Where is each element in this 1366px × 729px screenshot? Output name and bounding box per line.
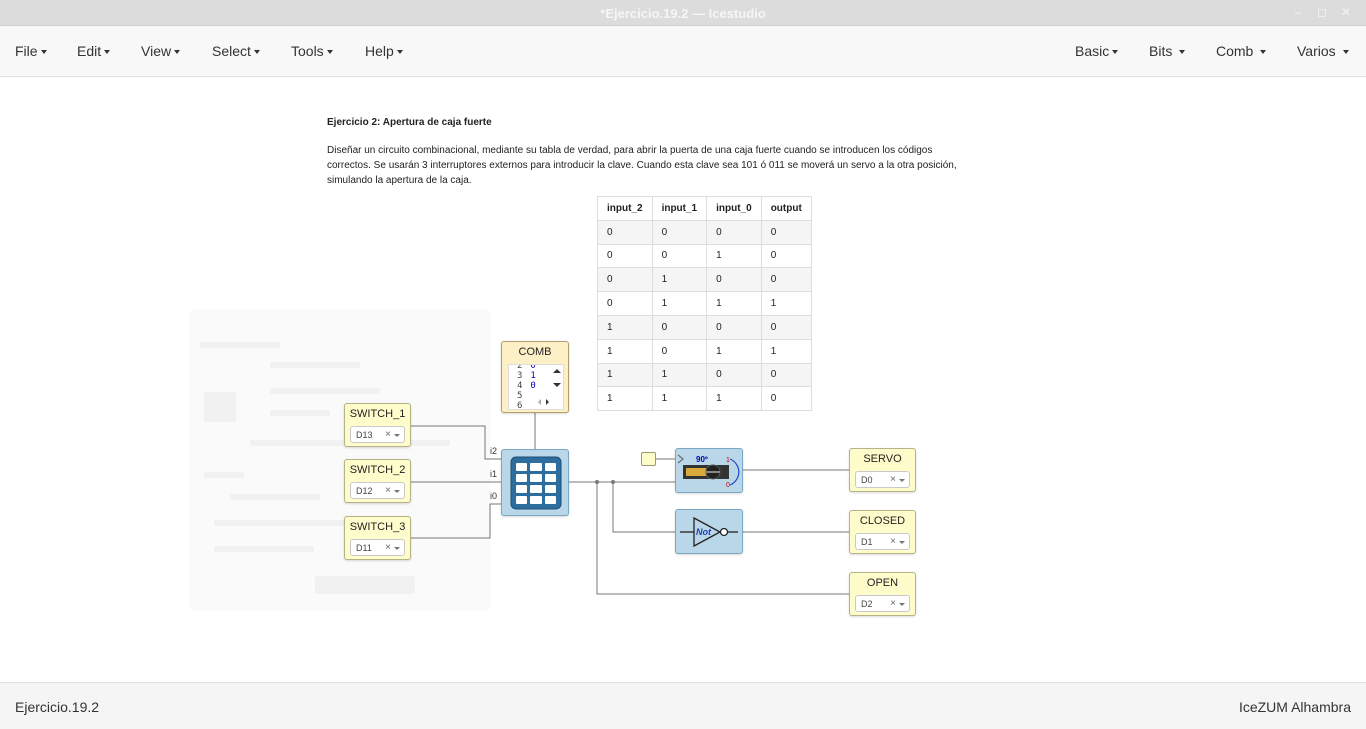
line-value: 1	[530, 371, 536, 381]
port-label-i2: i2	[490, 446, 498, 456]
line-number: 6	[517, 401, 523, 410]
truth-table-block[interactable]	[501, 449, 569, 516]
constant-input-block[interactable]	[641, 452, 656, 466]
clear-icon[interactable]: ×	[385, 485, 391, 496]
wires-layer	[411, 413, 849, 595]
port-label-i1: i1	[490, 469, 498, 479]
scroll-arrows-icon[interactable]	[552, 367, 562, 389]
chevron-down-icon	[394, 434, 400, 437]
block-label: COMB	[518, 346, 552, 358]
code-line: 40	[517, 381, 536, 391]
pin-select[interactable]: D11 ×	[350, 539, 405, 556]
input-block-switch2[interactable]: SWITCH_2 D12 ×	[344, 459, 411, 503]
chevron-down-icon	[899, 479, 905, 482]
table-grid-icon	[510, 456, 562, 510]
svg-text:1: 1	[726, 457, 730, 464]
pin-value: D2	[861, 599, 873, 609]
status-board-name[interactable]: IceZUM Alhambra	[1239, 699, 1351, 715]
svg-text:0: 0	[726, 482, 730, 489]
clear-icon[interactable]: ×	[890, 536, 896, 547]
status-bar: Ejercicio.19.2 IceZUM Alhambra	[0, 682, 1366, 729]
comb-code-block[interactable]: COMB 20 31 40 5 6	[501, 341, 569, 413]
pin-value: D11	[356, 543, 372, 553]
clear-icon[interactable]: ×	[385, 542, 391, 553]
port-label-i0: i0	[490, 491, 498, 501]
pin-select[interactable]: D1 ×	[855, 533, 910, 550]
pin-value: D0	[861, 475, 873, 485]
pin-value: D12	[356, 486, 373, 496]
chevron-down-icon	[394, 490, 400, 493]
pin-value: D1	[861, 537, 873, 547]
not-gate-block[interactable]: Not	[675, 509, 743, 554]
wire-switch1[interactable]	[411, 425, 501, 460]
line-number: 4	[517, 381, 523, 391]
block-label: CLOSED	[859, 515, 906, 527]
svg-text:90º: 90º	[696, 455, 708, 464]
line-value: 0	[530, 381, 536, 391]
output-block-servo[interactable]: SERVO D0 ×	[849, 448, 916, 492]
svg-text:Not: Not	[696, 527, 712, 537]
block-label: OPEN	[866, 577, 899, 589]
block-label: SWITCH_3	[349, 521, 406, 533]
code-line: 20	[517, 364, 536, 371]
pin-select[interactable]: D0 ×	[855, 471, 910, 488]
wire-output-not[interactable]	[612, 482, 675, 533]
wire-junction	[595, 480, 599, 484]
chevron-down-icon	[394, 547, 400, 550]
output-block-open[interactable]: OPEN D2 ×	[849, 572, 916, 616]
pin-value: D13	[356, 430, 373, 440]
chevron-down-icon	[899, 603, 905, 606]
not-gate-icon: Not	[680, 516, 738, 548]
code-line: 5	[517, 391, 522, 401]
wire-junction	[611, 480, 615, 484]
block-label: SWITCH_1	[349, 408, 406, 420]
status-file-name: Ejercicio.19.2	[15, 699, 100, 715]
input-block-switch1[interactable]: SWITCH_1 D13 ×	[344, 403, 411, 447]
input-block-switch3[interactable]: SWITCH_3 D11 ×	[344, 516, 411, 560]
code-line: 6	[517, 401, 530, 410]
block-label: SERVO	[863, 453, 902, 465]
clear-icon[interactable]: ×	[890, 598, 896, 609]
clear-icon[interactable]: ×	[385, 429, 391, 440]
pin-select[interactable]: D12 ×	[350, 482, 405, 499]
scroll-horizontal-icon[interactable]	[537, 398, 551, 406]
servo-icon: 90º 1 0	[677, 454, 740, 489]
pin-select[interactable]: D2 ×	[855, 595, 910, 612]
line-number: 5	[517, 391, 523, 401]
chevron-down-icon	[899, 541, 905, 544]
output-block-closed[interactable]: CLOSED D1 ×	[849, 510, 916, 554]
line-value: 0	[530, 364, 536, 371]
servo-block[interactable]: 90º 1 0	[675, 448, 743, 493]
code-line: 31	[517, 371, 536, 381]
clear-icon[interactable]: ×	[890, 474, 896, 485]
pin-select[interactable]: D13 ×	[350, 426, 405, 443]
wire-switch3[interactable]	[411, 503, 501, 539]
line-number: 3	[517, 371, 523, 381]
block-label: SWITCH_2	[349, 464, 406, 476]
code-editor[interactable]: 20 31 40 5 6	[508, 364, 564, 410]
line-number: 2	[517, 364, 523, 371]
